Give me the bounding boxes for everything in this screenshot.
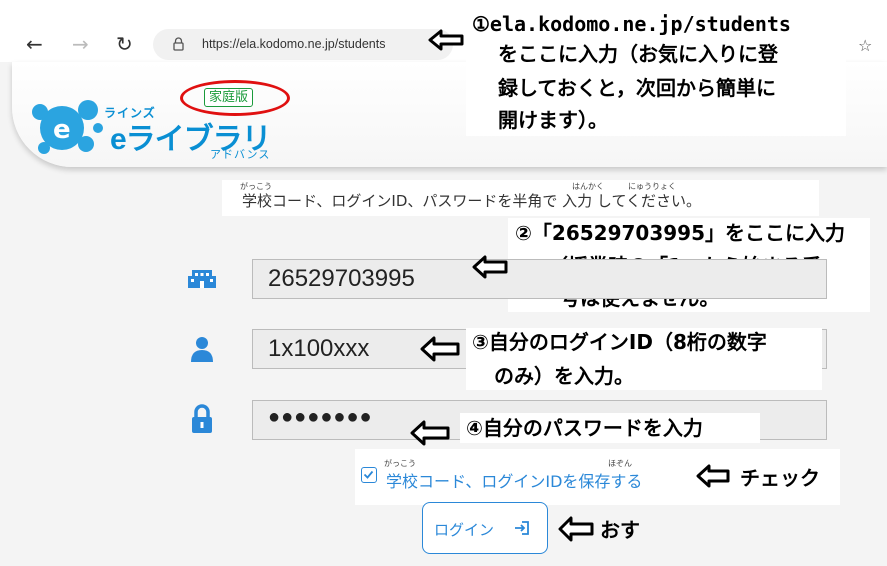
padlock-icon <box>192 404 212 433</box>
reload-button[interactable]: ↻ <box>116 34 133 54</box>
logo-subtitle: アドバンス <box>210 148 271 161</box>
login-id-value: 1x100xxx <box>268 335 370 362</box>
arrow-left-icon <box>420 336 460 362</box>
arrow-left-icon <box>696 464 730 488</box>
forward-button[interactable]: → <box>72 34 89 54</box>
favorite-star-icon[interactable]: ☆ <box>858 36 872 55</box>
url-text[interactable]: https://ela.kodomo.ne.jp/students <box>202 37 385 51</box>
annotation-4: ④自分のパスワードを入力 <box>466 416 703 440</box>
save-option-label[interactable]: 学校コード、ログインIDを保存する <box>386 468 642 492</box>
svg-text:e: e <box>53 115 71 145</box>
school-building-icon <box>188 270 216 288</box>
annotation-check: チェック <box>740 466 820 490</box>
logo-mark-icon: e <box>32 100 103 154</box>
arrow-left-icon <box>410 420 450 446</box>
checkmark-icon <box>363 470 374 479</box>
annotation-2-line-1: ②「26529703995」をここに入力 <box>515 221 846 245</box>
annotation-3-line-2: のみ）を入力。 <box>494 364 634 388</box>
arrow-left-icon <box>472 255 508 279</box>
school-code-value: 26529703995 <box>268 265 415 292</box>
login-button-label: ログイン <box>434 521 495 539</box>
annotation-1-line-3: 録しておくと，次回から簡単に <box>498 76 776 100</box>
arrow-left-icon <box>428 29 464 51</box>
annotation-1-line-2: をここに入力（お気に入りに登 <box>498 42 778 66</box>
save-checkbox[interactable] <box>361 467 377 483</box>
annotation-1-line-4: 開けます）。 <box>498 108 608 132</box>
user-icon <box>191 337 213 362</box>
lock-icon <box>173 37 184 51</box>
back-button[interactable]: ← <box>26 34 43 54</box>
annotation-3-line-1: ③自分のログインID（8桁の数字 <box>472 330 767 354</box>
instruction-text: 学校コード、ログインID、パスワードを半角で 入力 してください。 <box>242 192 702 210</box>
arrow-left-icon <box>558 516 594 542</box>
sign-in-icon <box>515 521 529 535</box>
password-value: ●●●●●●●● <box>268 406 373 428</box>
annotation-1-line-1: ①ela.kodomo.ne.jp/students <box>472 12 791 36</box>
annotation-push: おす <box>600 518 640 542</box>
edition-badge: 家庭版 <box>204 88 254 107</box>
